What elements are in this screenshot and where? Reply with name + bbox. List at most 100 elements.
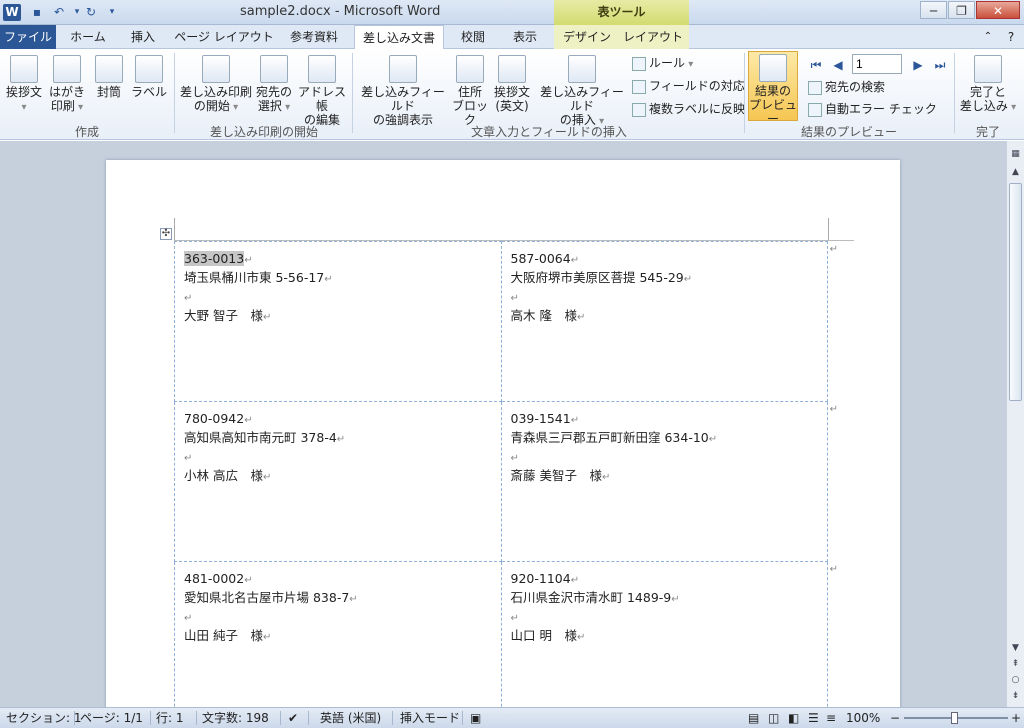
minimize-ribbon-icon[interactable]: ⌃ (980, 25, 996, 49)
tab-home[interactable]: ホーム (62, 25, 114, 49)
envelope-button[interactable]: 封筒 (90, 55, 128, 99)
match-fields-button[interactable]: フィールドの対応 (632, 76, 745, 96)
update-labels-icon (632, 102, 646, 117)
zoom-level[interactable]: 100% (846, 708, 880, 728)
full-screen-reading-icon[interactable]: ◫ (768, 708, 779, 728)
greeting-line-button[interactable]: 挨拶文 (英文) (490, 55, 534, 113)
address: 埼玉県桶川市東 5-56-17 (184, 270, 325, 285)
label-cell[interactable]: 920-1104↵ 石川県金沢市清水町 1489-9↵ ↵ 山口 明 様↵ (500, 561, 828, 707)
select-recipients-button[interactable]: 宛先の 選択 ▾ (254, 55, 294, 115)
zoom-out-icon[interactable]: − (890, 708, 900, 728)
document-page[interactable]: ✣ 363-0013↵ 埼玉県桶川市東 5-56-17↵ ↵ 大野 智子 様↵ … (106, 160, 900, 707)
tab-file[interactable]: ファイル (0, 25, 56, 49)
edit-address-book-button[interactable]: アドレス帳 の編集 (296, 55, 348, 127)
label-cell[interactable]: 481-0002↵ 愛知県北名古屋市片場 838-7↵ ↵ 山田 純子 様↵ (174, 561, 502, 707)
last-record-icon[interactable]: ⏭ (932, 55, 948, 75)
label-table[interactable]: 363-0013↵ 埼玉県桶川市東 5-56-17↵ ↵ 大野 智子 様↵ 58… (174, 241, 828, 707)
label-cell[interactable]: 039-1541↵ 青森県三戸郡五戸町新田窪 634-10↵ ↵ 斎藤 美智子 … (500, 401, 828, 562)
outline-view-icon[interactable]: ☰ (808, 708, 819, 728)
labels-icon (135, 55, 163, 83)
scroll-up-icon[interactable]: ▲ (1009, 165, 1022, 179)
tab-mailings[interactable]: 差し込み文書 (354, 25, 444, 50)
restore-button[interactable]: ❐ (948, 1, 975, 19)
tab-references[interactable]: 参考資料 (282, 25, 346, 49)
table-tools-header: 表ツール (554, 0, 689, 25)
tab-insert[interactable]: 挿入 (120, 25, 166, 49)
status-insert-mode[interactable]: 挿入モード (400, 708, 460, 728)
status-page[interactable]: ページ: 1/1 (80, 708, 143, 728)
next-page-icon[interactable]: ⇟ (1009, 689, 1022, 703)
finish-merge-button[interactable]: 完了と 差し込み ▾ (958, 55, 1018, 115)
label-cell[interactable]: 780-0942↵ 高知県高知市南元町 378-4↵ ↵ 小林 高広 様↵ (174, 401, 502, 562)
save-icon[interactable]: ▪ (28, 4, 46, 21)
customize-qat-icon[interactable]: ▾ (103, 4, 121, 21)
previous-record-icon[interactable]: ◀ (830, 55, 846, 75)
status-separator (392, 711, 393, 725)
auto-check-errors-button[interactable]: 自動エラー チェック (808, 99, 937, 119)
group-label-finish: 完了 (975, 125, 1000, 139)
highlight-merge-fields-button[interactable]: 差し込みフィールド の強調表示 (356, 55, 450, 127)
web-layout-icon[interactable]: ◧ (788, 708, 799, 728)
start-mail-merge-button[interactable]: 差し込み印刷 の開始 ▾ (180, 55, 252, 115)
scroll-thumb[interactable] (1009, 183, 1022, 401)
record-number-input[interactable] (852, 54, 902, 74)
close-button[interactable]: ✕ (976, 1, 1020, 19)
minimize-button[interactable]: ─ (920, 1, 947, 19)
address: 大阪府堺市美原区菩提 545-29 (510, 270, 684, 285)
macro-record-icon[interactable]: ▣ (470, 708, 481, 728)
status-wordcount[interactable]: 文字数: 198 (202, 708, 269, 728)
status-separator (196, 711, 197, 725)
status-separator (280, 711, 281, 725)
undo-icon[interactable]: ↶ (50, 4, 68, 21)
previous-page-icon[interactable]: ⇞ (1009, 657, 1022, 671)
draft-view-icon[interactable]: ≡ (826, 708, 836, 728)
browse-object-icon[interactable]: ○ (1009, 673, 1022, 687)
zoom-in-icon[interactable]: + (1011, 708, 1021, 728)
start-merge-icon (202, 55, 230, 83)
next-record-icon[interactable]: ▶ (910, 55, 926, 75)
preview-results-button[interactable]: 結果の プレビュー (748, 51, 798, 126)
postcard-print-button[interactable]: はがき 印刷 ▾ (46, 55, 88, 115)
envelope-icon (95, 55, 123, 83)
status-line[interactable]: 行: 1 (156, 708, 184, 728)
tab-page-layout[interactable]: ページ レイアウト (172, 25, 276, 49)
ruler-toggle-icon[interactable]: ▦ (1009, 147, 1022, 161)
label-cell[interactable]: 363-0013↵ 埼玉県桶川市東 5-56-17↵ ↵ 大野 智子 様↵ (174, 241, 502, 402)
proofing-icon[interactable]: ✔ (288, 708, 298, 728)
redo-icon[interactable]: ↻ (82, 4, 100, 21)
table-move-handle-icon[interactable]: ✣ (160, 228, 172, 240)
row-end-mark: ↵ (829, 244, 838, 255)
greeting-card-button[interactable]: 挨拶文 ▾ (4, 55, 44, 115)
status-language[interactable]: 英語 (米国) (320, 708, 381, 728)
row-end-mark: ↵ (829, 564, 838, 575)
document-workspace: ✣ 363-0013↵ 埼玉県桶川市東 5-56-17↵ ↵ 大野 智子 様↵ … (0, 141, 1006, 707)
print-layout-icon[interactable]: ▤ (748, 708, 759, 728)
address: 愛知県北名古屋市片場 838-7 (184, 590, 350, 605)
finish-merge-icon (974, 55, 1002, 83)
vertical-scrollbar[interactable]: ▦ ▲ ▼ ⇞ ○ ⇟ (1006, 141, 1024, 707)
insert-merge-field-button[interactable]: 差し込みフィールド の挿入 ▾ (536, 55, 628, 129)
tab-view[interactable]: 表示 (502, 25, 548, 49)
group-separator (954, 53, 955, 133)
tab-layout[interactable]: レイアウト (620, 25, 686, 49)
status-section[interactable]: セクション: 1 (6, 708, 82, 728)
rules-icon (632, 56, 646, 71)
update-labels-button[interactable]: 複数ラベルに反映 (632, 99, 745, 119)
status-separator (308, 711, 309, 725)
address: 高知県高知市南元町 378-4 (184, 430, 337, 445)
insert-field-icon (568, 55, 596, 83)
scroll-down-icon[interactable]: ▼ (1009, 641, 1022, 655)
tab-review[interactable]: 校閲 (450, 25, 496, 49)
help-icon[interactable]: ? (1002, 25, 1020, 49)
rules-button[interactable]: ルール ▾ (632, 53, 693, 73)
tab-design[interactable]: デザイン (558, 25, 616, 49)
status-separator (74, 711, 75, 725)
label-cell[interactable]: 587-0064↵ 大阪府堺市美原区菩提 545-29↵ ↵ 高木 隆 様↵ (500, 241, 828, 402)
find-recipient-button[interactable]: 宛先の検索 (808, 77, 885, 97)
zoom-slider-thumb[interactable] (951, 712, 958, 724)
recipient-name: 高木 隆 様 (510, 308, 577, 323)
labels-button[interactable]: ラベル (130, 55, 168, 99)
first-record-icon[interactable]: ⏮ (808, 55, 824, 75)
word-app-icon[interactable]: W (3, 4, 21, 21)
address-block-button[interactable]: 住所 ブロック (450, 55, 490, 127)
